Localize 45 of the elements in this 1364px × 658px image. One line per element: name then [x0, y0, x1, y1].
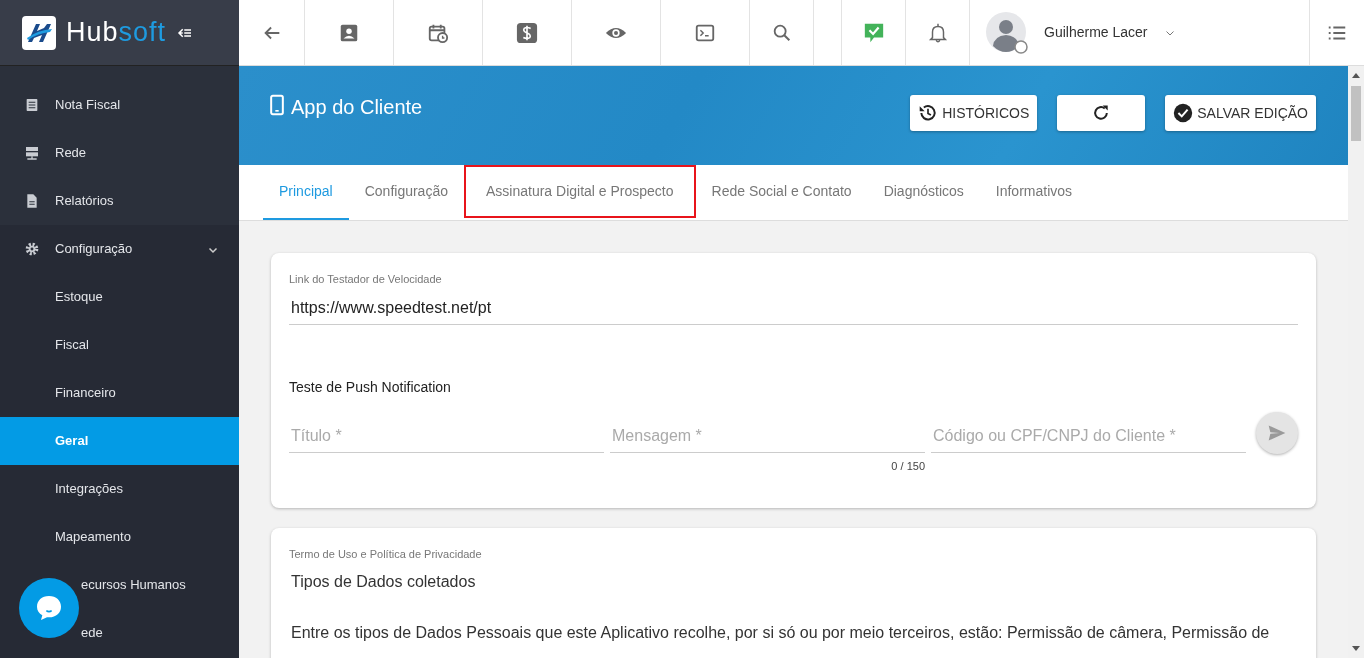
check-circle-icon: [1173, 103, 1194, 123]
terms-paragraph: Tipos de Dados coletados: [291, 571, 477, 592]
tab[interactable]: Rede Social e Contato: [695, 165, 868, 220]
document-icon: [24, 97, 40, 113]
terms-paragraph: Entre os tipos de Dados Pessoais que este Aplicativo recolhe, por si só ou por meio terceiros, estão: Permissão de câmera, Permissão de: [291, 623, 1271, 644]
character-counter: 0 / 150: [890, 458, 925, 474]
sidebar-item[interactable]: ede: [0, 609, 239, 657]
tab[interactable]: Diagnósticos: [867, 165, 980, 220]
brand-name: Hubsoft: [66, 16, 167, 50]
scroll-down-icon[interactable]: [1352, 646, 1360, 652]
sidebar-item[interactable]: Integrações: [0, 465, 239, 513]
refresh-button[interactable]: [1057, 95, 1146, 131]
logo-icon: [22, 15, 56, 50]
sidebar-item[interactable]: Estoque: [0, 273, 239, 321]
tab[interactable]: Configuração: [348, 165, 464, 220]
history-icon: [918, 103, 939, 123]
sidebar-item[interactable]: Mapeamento: [0, 513, 239, 561]
avatar-icon: [986, 11, 1028, 54]
scroll-up-icon[interactable]: [1352, 72, 1360, 78]
dollar-icon: [516, 21, 538, 44]
link-field[interactable]: https://www.speedtest.net/pt: [289, 291, 1298, 325]
sidebar-item[interactable]: Nota Fiscal: [0, 81, 239, 129]
section-title: Teste de Push Notification: [289, 377, 452, 397]
phone-icon: [267, 92, 287, 118]
tab[interactable]: Informativos: [979, 165, 1089, 220]
sidebar-item[interactable]: Relatórios: [0, 177, 239, 225]
sidebar-item[interactable]: Configuração: [0, 225, 239, 273]
input-field[interactable]: Título *: [289, 419, 604, 453]
server-icon: [24, 145, 40, 161]
input-field[interactable]: Código ou CPF/CNPJ do Cliente *: [931, 419, 1246, 453]
history-button[interactable]: HISTÓRICOS: [910, 95, 1038, 131]
sidebar-item[interactable]: Financeiro: [0, 369, 239, 417]
sidebar-item[interactable]: ecursos Humanos: [0, 561, 239, 609]
save-button[interactable]: SALVAR EDIÇÃO: [1165, 95, 1316, 131]
sidebar-item[interactable]: Rede: [0, 129, 239, 177]
input-field[interactable]: Mensagem *: [610, 419, 925, 453]
scroll-thumb[interactable]: [1351, 86, 1361, 141]
page-title: App do Cliente: [291, 95, 423, 120]
tab[interactable]: Assinatura Digital e Prospecto: [464, 165, 696, 220]
sidebar-item[interactable]: Fiscal: [0, 321, 239, 369]
field-label: Termo de Uso e Política de Privacidade: [289, 547, 483, 562]
file-icon: [24, 193, 40, 209]
user-name: Guilherme Lacer: [1044, 23, 1148, 42]
field-label: Link do Testador de Velocidade: [289, 272, 443, 287]
chat-check-icon: [862, 21, 885, 44]
